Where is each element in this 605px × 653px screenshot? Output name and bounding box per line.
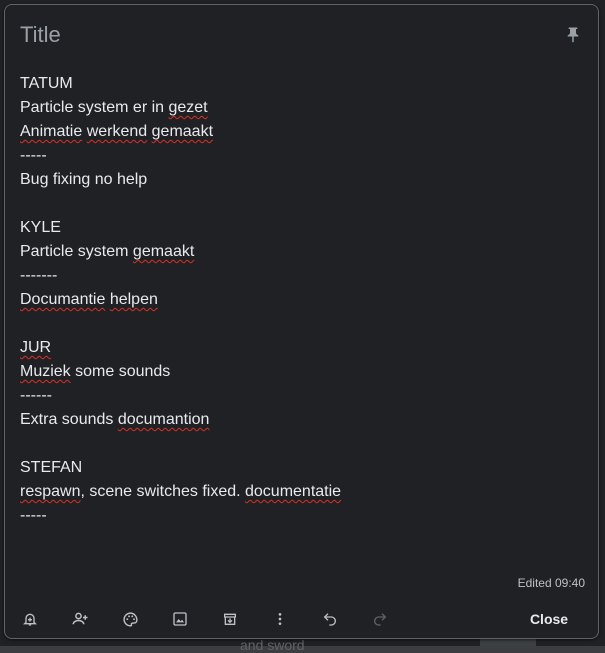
archive-icon <box>224 613 236 625</box>
note-text-segment: ------ <box>20 387 52 404</box>
add-image-button[interactable] <box>165 605 195 633</box>
note-text-segment: TATUM <box>20 75 73 92</box>
more-icon <box>278 613 282 625</box>
pin-icon <box>567 27 579 43</box>
misspelled-word: werkend <box>86 123 148 140</box>
note-text-segment: Extra sounds <box>20 411 118 428</box>
note-text-segment: Particle system er in <box>20 99 169 116</box>
note-text-segment: STEFAN <box>20 459 83 476</box>
note-line <box>20 432 580 456</box>
background-options-button[interactable] <box>115 605 145 633</box>
note-text-segment: some sounds <box>70 363 171 380</box>
palette-icon <box>122 611 138 627</box>
misspelled-word: Documantie <box>20 291 106 308</box>
misspelled-word: gezet <box>168 99 208 116</box>
background-note-block <box>480 638 536 646</box>
misspelled-word: documantion <box>117 411 210 428</box>
note-line: JUR <box>20 336 580 360</box>
note-toolbar: Close <box>5 601 598 637</box>
undo-button[interactable] <box>315 605 345 633</box>
note-text-segment: ----- <box>20 507 47 524</box>
pin-note-button[interactable] <box>560 22 586 48</box>
close-button[interactable]: Close <box>511 605 587 633</box>
remind-me-button[interactable] <box>15 605 45 633</box>
more-options-button[interactable] <box>265 605 295 633</box>
add-collaborator-button[interactable] <box>65 605 95 633</box>
image-icon <box>173 612 187 626</box>
misspelled-word: Muziek <box>20 363 71 380</box>
edited-timestamp: Edited 09:40 <box>517 576 585 590</box>
note-line: Muziek some sounds <box>20 360 580 384</box>
note-text-segment: KYLE <box>20 219 61 236</box>
misspelled-word: helpen <box>109 291 158 308</box>
note-body-text[interactable]: TATUM Particle system er in gezet Animatie… <box>20 72 580 528</box>
note-line: Documantie helpen <box>20 288 580 312</box>
note-text-segment: Particle system <box>20 243 133 260</box>
note-title-input[interactable]: Title <box>20 21 61 49</box>
undo-icon <box>323 613 336 626</box>
note-line: respawn, scene switches fixed. documenta… <box>20 480 580 504</box>
note-line: ------- <box>20 264 580 288</box>
note-line: KYLE <box>20 216 580 240</box>
background-note-text: and sword <box>240 637 305 653</box>
note-text-segment: ------- <box>20 267 58 284</box>
note-line: Particle system er in gezet <box>20 96 580 120</box>
note-editor-dialog: Title TATUM Particle system er in gezet An… <box>4 4 599 639</box>
note-line <box>20 312 580 336</box>
misspelled-word: Animatie <box>20 123 83 140</box>
archive-button[interactable] <box>215 605 245 633</box>
collaborator-icon <box>72 612 88 625</box>
note-line: ------ <box>20 384 580 408</box>
note-text-segment: , scene switches fixed. <box>80 483 245 500</box>
note-line: Particle system gemaakt <box>20 240 580 264</box>
note-line: Bug fixing no help <box>20 168 580 192</box>
remind-me-icon <box>23 613 37 626</box>
note-line: Extra sounds documantion <box>20 408 580 432</box>
misspelled-word: JUR <box>20 339 52 356</box>
note-line: Animatie werkend gemaakt <box>20 120 580 144</box>
note-line <box>20 192 580 216</box>
misspelled-word: documentatie <box>245 483 342 500</box>
note-text-segment: ----- <box>20 147 47 164</box>
misspelled-word: gemaakt <box>132 243 195 260</box>
misspelled-word: respawn <box>20 483 81 500</box>
misspelled-word: gemaakt <box>151 123 214 140</box>
note-text-segment: Bug fixing no help <box>20 171 148 188</box>
redo-icon <box>374 613 387 626</box>
note-line: TATUM <box>20 72 580 96</box>
note-line: STEFAN <box>20 456 580 480</box>
note-line: ----- <box>20 504 580 528</box>
redo-button[interactable] <box>365 605 395 633</box>
note-line: ----- <box>20 144 580 168</box>
